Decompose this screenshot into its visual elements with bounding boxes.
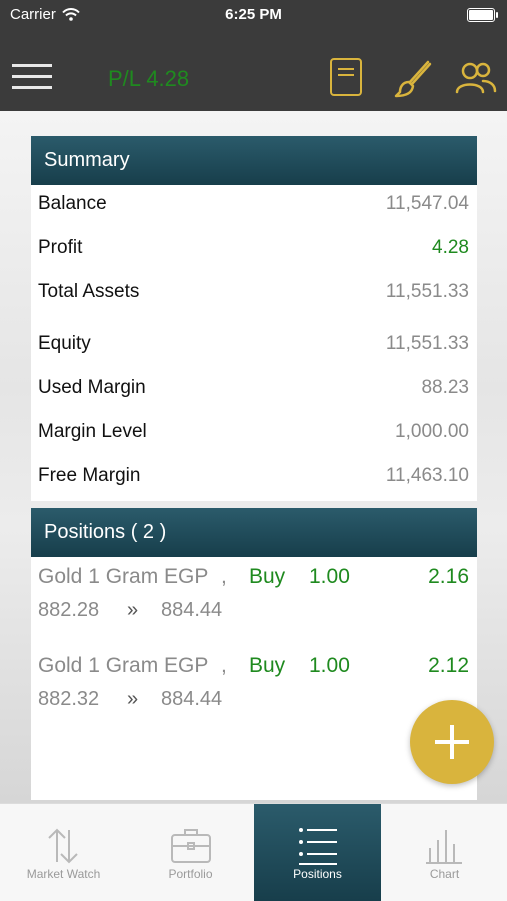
positions-panel: Positions ( 2 ) Gold 1 Gram EGP , Buy 1.… xyxy=(31,508,477,800)
hamburger-menu-icon[interactable] xyxy=(12,64,52,92)
position-open-price: 882.32 xyxy=(38,688,100,710)
summary-label: Total Assets xyxy=(38,281,140,302)
summary-label: Margin Level xyxy=(38,421,147,442)
summary-label: Balance xyxy=(38,193,107,214)
bottom-tab-bar: Market Watch Portfolio Positions Chart xyxy=(0,803,507,901)
tab-market-watch[interactable]: Market Watch xyxy=(0,804,127,901)
position-arrow: » xyxy=(127,688,139,710)
position-open-price: 882.28 xyxy=(38,599,100,621)
tab-portfolio[interactable]: Portfolio xyxy=(127,804,254,901)
summary-label: Used Margin xyxy=(38,377,146,398)
tab-label: Chart xyxy=(429,867,460,881)
position-current-price: 884.44 xyxy=(161,599,223,621)
summary-row-free-margin: Free Margin 11,463.10 xyxy=(31,457,477,501)
summary-row-balance: Balance 11,547.04 xyxy=(31,185,477,229)
position-current-price: 884.44 xyxy=(161,688,223,710)
arrows-updown-icon xyxy=(48,828,78,864)
positions-header: Positions ( 2 ) xyxy=(31,508,477,557)
summary-label: Equity xyxy=(38,333,91,354)
tab-positions[interactable]: Positions xyxy=(254,804,381,901)
summary-label: Profit xyxy=(38,237,83,258)
add-position-button[interactable] xyxy=(410,700,494,784)
summary-value: 88.23 xyxy=(421,377,469,398)
pl-label: P/L 4.28 xyxy=(108,66,190,91)
tab-label: Market Watch xyxy=(26,867,101,881)
position-separator: , xyxy=(221,654,227,677)
briefcase-icon xyxy=(171,829,211,863)
summary-value: 11,463.10 xyxy=(385,465,469,486)
position-side: Buy xyxy=(249,565,286,588)
position-side: Buy xyxy=(249,654,286,677)
tab-label: Positions xyxy=(293,867,342,881)
bar-chart-icon xyxy=(426,830,462,864)
summary-value: 11,551.33 xyxy=(385,281,469,302)
position-row[interactable]: Gold 1 Gram EGP , Buy 1.00 2.12 882.32 »… xyxy=(31,646,477,735)
status-bar: Carrier 6:25 PM xyxy=(0,0,507,30)
position-volume: 1.00 xyxy=(309,654,350,677)
summary-spacer xyxy=(31,317,477,325)
tab-label: Portfolio xyxy=(168,867,213,881)
tab-chart[interactable]: Chart xyxy=(381,804,507,901)
summary-value: 11,547.04 xyxy=(385,193,469,214)
summary-row-margin-level: Margin Level 1,000.00 xyxy=(31,413,477,457)
summary-value: 1,000.00 xyxy=(395,421,469,442)
position-symbol: Gold 1 Gram EGP xyxy=(38,565,209,588)
summary-row-profit: Profit 4.28 xyxy=(31,229,477,273)
position-symbol: Gold 1 Gram EGP xyxy=(38,654,209,677)
summary-row-used-margin: Used Margin 88.23 xyxy=(31,369,477,413)
battery-icon xyxy=(467,8,498,22)
brush-icon[interactable] xyxy=(392,58,434,100)
summary-row-total-assets: Total Assets 11,551.33 xyxy=(31,273,477,317)
summary-value: 11,551.33 xyxy=(385,333,469,354)
summary-panel: Summary Balance 11,547.04 Profit 4.28 To… xyxy=(31,136,477,501)
users-icon[interactable] xyxy=(455,62,497,94)
top-nav-bar: P/L 4.28 xyxy=(0,30,507,111)
book-icon[interactable] xyxy=(330,58,362,96)
position-separator: , xyxy=(221,565,227,588)
position-arrow: » xyxy=(127,599,139,621)
summary-row-equity: Equity 11,551.33 xyxy=(31,325,477,369)
list-icon xyxy=(299,828,337,865)
position-volume: 1.00 xyxy=(309,565,350,588)
position-row[interactable]: Gold 1 Gram EGP , Buy 1.00 2.16 882.28 »… xyxy=(31,557,477,646)
summary-label: Free Margin xyxy=(38,465,141,486)
position-profit: 2.16 xyxy=(428,565,469,588)
summary-header: Summary xyxy=(31,136,477,185)
position-profit: 2.12 xyxy=(428,654,469,677)
summary-value: 4.28 xyxy=(432,237,469,258)
status-time: 6:25 PM xyxy=(225,6,282,23)
